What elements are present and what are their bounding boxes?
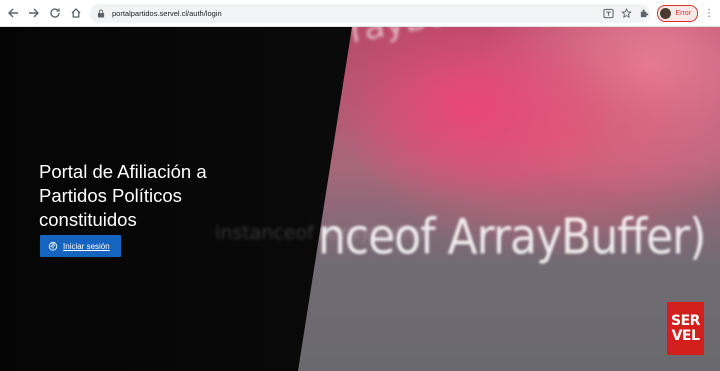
servel-logo: SER VEL xyxy=(667,302,704,355)
menu-dots-icon[interactable]: ⋮ xyxy=(704,8,714,19)
extensions-icon[interactable] xyxy=(637,7,651,21)
login-page: al ArrayBuffer nceof ArrayBuffer) instan… xyxy=(0,27,720,371)
back-arrow-icon[interactable] xyxy=(5,5,21,21)
title-line-2: Partidos Políticos xyxy=(39,185,182,206)
fingerprint-icon xyxy=(48,241,58,251)
title-line-1: Portal de Afiliación a xyxy=(39,161,207,182)
page-title: Portal de Afiliación a Partidos Político… xyxy=(39,160,279,232)
address-bar[interactable]: portalpartidos.servel.cl/auth/login xyxy=(90,3,650,23)
logo-text-bottom: VEL xyxy=(671,327,700,344)
toolbar-right: Error ⋮ xyxy=(597,4,714,23)
bookmark-star-icon[interactable] xyxy=(619,7,633,21)
login-button-label: Iniciar sesión xyxy=(63,241,110,251)
avatar xyxy=(660,8,672,19)
title-line-3: constituidos xyxy=(39,209,137,230)
reload-icon[interactable] xyxy=(47,5,63,21)
profile-status-label: Error xyxy=(675,10,691,17)
forward-arrow-icon[interactable] xyxy=(26,5,42,21)
lock-icon[interactable] xyxy=(97,8,106,18)
browser-toolbar: portalpartidos.servel.cl/auth/login Erro… xyxy=(0,0,720,27)
logo-text-top: SER xyxy=(671,312,700,329)
login-button[interactable]: Iniciar sesión xyxy=(40,235,121,257)
translate-icon[interactable] xyxy=(601,7,615,21)
url-text[interactable]: portalpartidos.servel.cl/auth/login xyxy=(112,9,222,18)
home-icon[interactable] xyxy=(68,5,84,21)
profile-error-button[interactable]: Error xyxy=(657,5,698,22)
